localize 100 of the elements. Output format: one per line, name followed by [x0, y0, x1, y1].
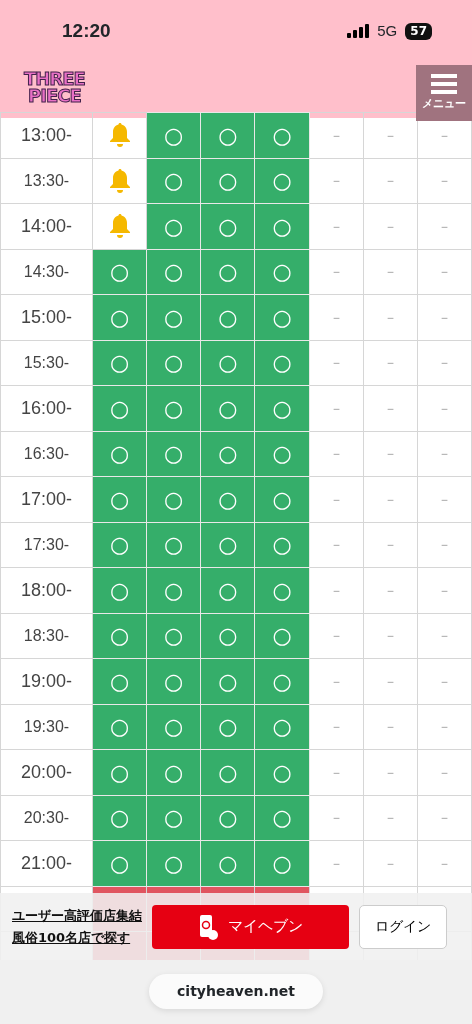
available-cell[interactable]: ○: [254, 704, 310, 750]
available-cell[interactable]: ○: [146, 522, 201, 568]
bell-icon: [108, 167, 131, 194]
available-cell[interactable]: ○: [200, 294, 255, 340]
available-cell[interactable]: ○: [146, 112, 201, 158]
my-heaven-button[interactable]: マイヘブン: [152, 904, 349, 949]
unavailable-cell: －: [309, 795, 364, 841]
available-cell[interactable]: ○: [254, 340, 310, 386]
available-cell[interactable]: ○: [92, 749, 147, 795]
available-cell[interactable]: ○: [200, 158, 255, 204]
available-cell[interactable]: ○: [200, 704, 255, 750]
unavailable-cell: －: [417, 658, 472, 704]
available-cell[interactable]: ○: [146, 704, 201, 750]
unavailable-cell: －: [363, 203, 418, 249]
time-cell: 13:00-: [0, 112, 93, 158]
available-cell[interactable]: ○: [254, 158, 310, 204]
available-cell[interactable]: ○: [200, 249, 255, 295]
available-cell[interactable]: ○: [200, 476, 255, 522]
available-cell[interactable]: ○: [146, 340, 201, 386]
unavailable-cell: －: [363, 294, 418, 340]
available-cell[interactable]: ○: [92, 249, 147, 295]
available-cell[interactable]: ○: [200, 749, 255, 795]
available-cell[interactable]: ○: [254, 613, 310, 659]
available-cell[interactable]: ○: [200, 431, 255, 477]
available-cell[interactable]: ○: [254, 294, 310, 340]
unavailable-cell: －: [309, 840, 364, 886]
time-cell: 17:30-: [0, 522, 93, 568]
available-cell[interactable]: ○: [254, 522, 310, 568]
available-cell[interactable]: ○: [200, 385, 255, 431]
time-cell: 18:00-: [0, 567, 93, 613]
unavailable-cell: －: [309, 522, 364, 568]
available-cell[interactable]: ○: [254, 431, 310, 477]
unavailable-cell: －: [363, 249, 418, 295]
available-cell[interactable]: ○: [254, 567, 310, 613]
address-bar[interactable]: cityheaven.net: [149, 974, 323, 1009]
available-cell[interactable]: ○: [92, 385, 147, 431]
login-button[interactable]: ログイン: [359, 904, 447, 949]
available-cell[interactable]: ○: [146, 840, 201, 886]
available-cell[interactable]: ○: [146, 294, 201, 340]
available-cell[interactable]: ○: [200, 613, 255, 659]
available-cell[interactable]: ○: [146, 658, 201, 704]
available-cell[interactable]: ○: [254, 476, 310, 522]
logo[interactable]: THREE PIECE: [24, 70, 85, 104]
unavailable-cell: －: [309, 431, 364, 477]
unavailable-cell: －: [309, 249, 364, 295]
available-cell[interactable]: ○: [92, 567, 147, 613]
available-cell[interactable]: ○: [254, 112, 310, 158]
available-cell[interactable]: ○: [254, 385, 310, 431]
available-cell[interactable]: ○: [92, 476, 147, 522]
time-cell: 13:30-: [0, 158, 93, 204]
available-cell[interactable]: ○: [146, 431, 201, 477]
available-cell[interactable]: ○: [92, 522, 147, 568]
search-link[interactable]: ユーザー高評価店集結 風俗100名店で探す: [12, 904, 142, 949]
menu-button[interactable]: メニュー: [416, 65, 472, 121]
unavailable-cell: －: [363, 795, 418, 841]
available-cell[interactable]: ○: [146, 385, 201, 431]
available-cell[interactable]: ○: [200, 203, 255, 249]
unavailable-cell: －: [417, 476, 472, 522]
available-cell[interactable]: ○: [254, 749, 310, 795]
unavailable-cell: －: [309, 112, 364, 158]
available-cell[interactable]: ○: [254, 249, 310, 295]
available-cell[interactable]: ○: [92, 704, 147, 750]
available-cell[interactable]: ○: [200, 567, 255, 613]
available-cell[interactable]: ○: [146, 158, 201, 204]
unavailable-cell: －: [417, 249, 472, 295]
available-cell[interactable]: ○: [92, 658, 147, 704]
available-cell[interactable]: ○: [92, 431, 147, 477]
time-cell: 14:00-: [0, 203, 93, 249]
available-cell[interactable]: ○: [200, 658, 255, 704]
available-cell[interactable]: ○: [92, 840, 147, 886]
network-label: 5G: [377, 20, 398, 41]
available-cell[interactable]: ○: [200, 522, 255, 568]
available-cell[interactable]: ○: [92, 613, 147, 659]
available-cell[interactable]: ○: [146, 613, 201, 659]
available-cell[interactable]: ○: [146, 476, 201, 522]
available-cell[interactable]: ○: [92, 294, 147, 340]
available-cell[interactable]: ○: [254, 840, 310, 886]
unavailable-cell: －: [309, 476, 364, 522]
available-cell[interactable]: ○: [254, 203, 310, 249]
available-cell[interactable]: ○: [146, 567, 201, 613]
available-cell[interactable]: ○: [254, 795, 310, 841]
available-cell[interactable]: ○: [92, 795, 147, 841]
available-cell[interactable]: ○: [200, 112, 255, 158]
available-cell[interactable]: ○: [254, 658, 310, 704]
available-cell[interactable]: ○: [146, 749, 201, 795]
unavailable-cell: －: [363, 158, 418, 204]
available-cell[interactable]: ○: [92, 340, 147, 386]
available-cell[interactable]: ○: [146, 249, 201, 295]
unavailable-cell: －: [363, 112, 418, 158]
time-cell: 20:00-: [0, 749, 93, 795]
available-cell[interactable]: ○: [200, 340, 255, 386]
unavailable-cell: －: [417, 385, 472, 431]
available-cell[interactable]: ○: [200, 840, 255, 886]
available-cell[interactable]: ○: [200, 795, 255, 841]
unavailable-cell: －: [309, 613, 364, 659]
unavailable-cell: －: [309, 704, 364, 750]
available-cell[interactable]: ○: [146, 795, 201, 841]
signal-icon: [347, 24, 370, 38]
available-cell[interactable]: ○: [146, 203, 201, 249]
unavailable-cell: －: [363, 385, 418, 431]
